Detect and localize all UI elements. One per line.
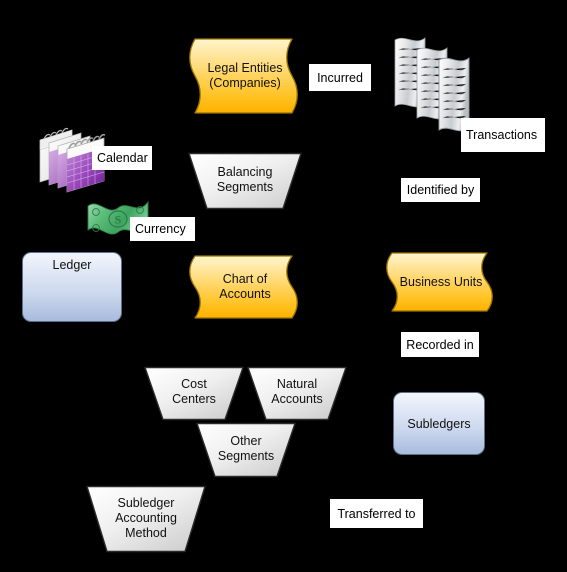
diagram-canvas: Legal Entities (Companies) Balancing Seg… bbox=[0, 0, 567, 572]
node-business-units[interactable]: Business Units bbox=[382, 252, 500, 312]
node-label: Subledgers bbox=[407, 416, 471, 431]
calendar-caption: Calendar bbox=[92, 146, 152, 170]
node-subledger-accounting-method[interactable]: Subledger Accounting Method bbox=[85, 485, 207, 553]
node-balancing-segments[interactable]: Balancing Segments bbox=[187, 152, 303, 210]
node-natural-accounts[interactable]: Natural Accounts bbox=[246, 366, 348, 421]
node-ledger[interactable]: Ledger bbox=[22, 252, 122, 322]
node-cost-centers[interactable]: Cost Centers bbox=[143, 366, 245, 421]
node-legal-entities[interactable]: Legal Entities (Companies) bbox=[185, 38, 305, 114]
connector-label-recorded-in: Recorded in bbox=[401, 332, 479, 357]
node-label: Ledger bbox=[52, 258, 92, 272]
currency-caption: Currency bbox=[130, 217, 195, 241]
connector-label-identified-by: Identified by bbox=[401, 178, 480, 202]
node-subledgers[interactable]: Subledgers bbox=[393, 392, 485, 455]
transactions-caption: Transactions bbox=[461, 118, 545, 152]
node-other-segments[interactable]: Other Segments bbox=[195, 422, 297, 478]
node-chart-of-accounts[interactable]: Chart of Accounts bbox=[185, 255, 305, 319]
svg-text:S: S bbox=[115, 213, 122, 227]
connector-label-incurred: Incurred bbox=[309, 64, 371, 91]
connector-label-transferred-to: Transferred to bbox=[330, 499, 423, 528]
